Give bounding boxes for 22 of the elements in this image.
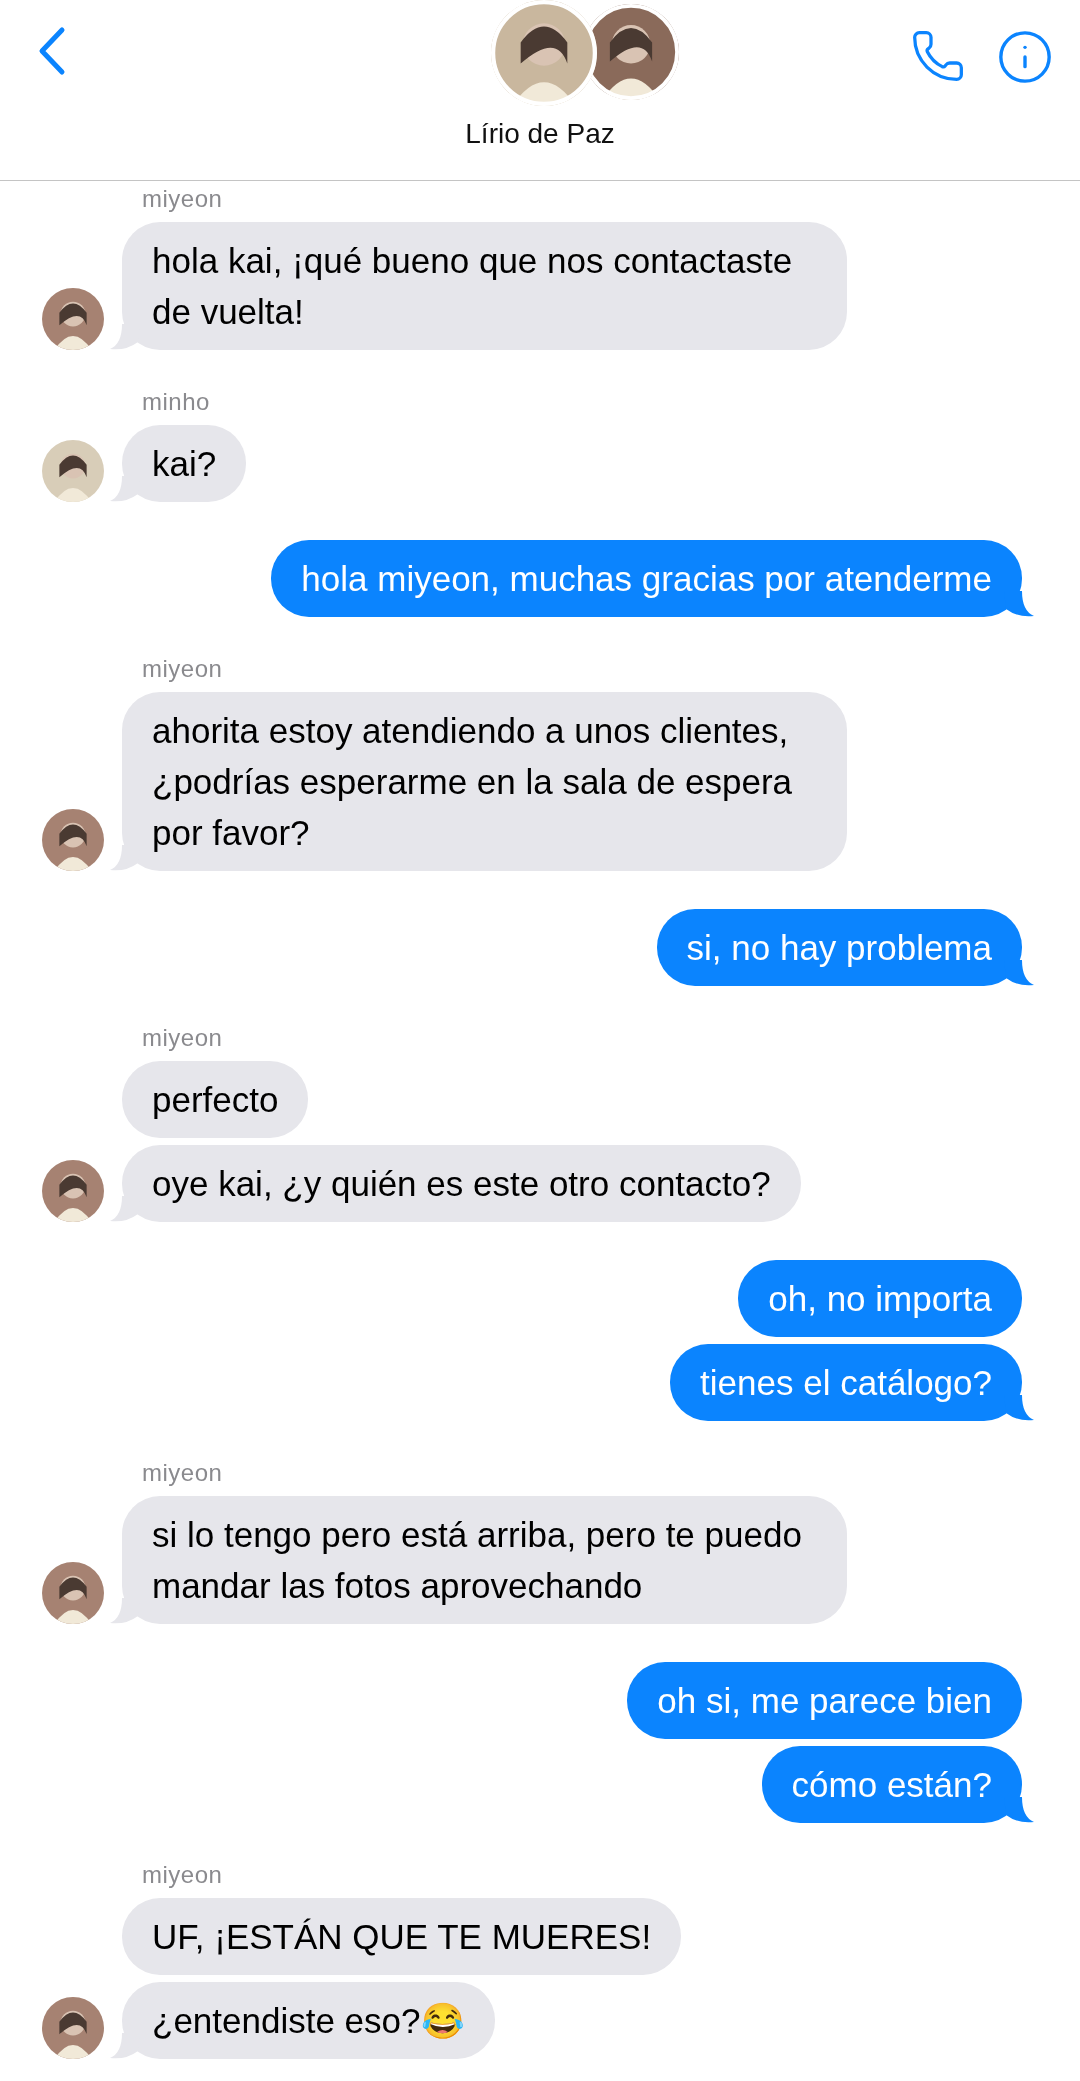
sender-name: miyeon [141, 1861, 223, 1889]
message-bubble: oh, no importa [738, 1260, 1034, 1337]
message-bubble: tienes el catálogo? [670, 1344, 1034, 1421]
sender-name: minho [141, 388, 210, 416]
message-bubble: oh si, me parece bien [627, 1662, 1034, 1739]
sender-name: miyeon [141, 655, 223, 683]
message-bubble: si lo tengo pero está arriba, pero te puedo mandar las fotos aprovechando [110, 1496, 847, 1624]
message-bubble: ¿entendiste eso?😂 [110, 1982, 495, 2059]
info-icon[interactable] [996, 28, 1054, 86]
sender-name: miyeon [141, 185, 223, 213]
message-bubble: perfecto [110, 1061, 309, 1138]
message-bubble: cómo están? [761, 1746, 1034, 1823]
message-bubble: ahorita estoy atendiendo a unos clientes, ¿podrías esperarme en la sala de espera por favor? [110, 692, 847, 871]
chat-title: Lírio de Paz [465, 118, 615, 150]
message-bubble: kai? [110, 425, 247, 502]
message-bubble: UF, ¡ESTÁN QUE TE MUERES! [110, 1898, 682, 1975]
message-bubble: hola kai, ¡qué bueno que nos contactaste de vuelta! [110, 222, 847, 350]
message-bubble: oye kai, ¿y quién es este otro contacto? [110, 1145, 801, 1222]
message-bubble: si, no hay problema [656, 909, 1034, 986]
message-bubble: hola miyeon, muchas gracias por atenderme [271, 540, 1034, 617]
sender-name: miyeon [141, 1024, 223, 1052]
sender-name: miyeon [141, 1459, 223, 1487]
